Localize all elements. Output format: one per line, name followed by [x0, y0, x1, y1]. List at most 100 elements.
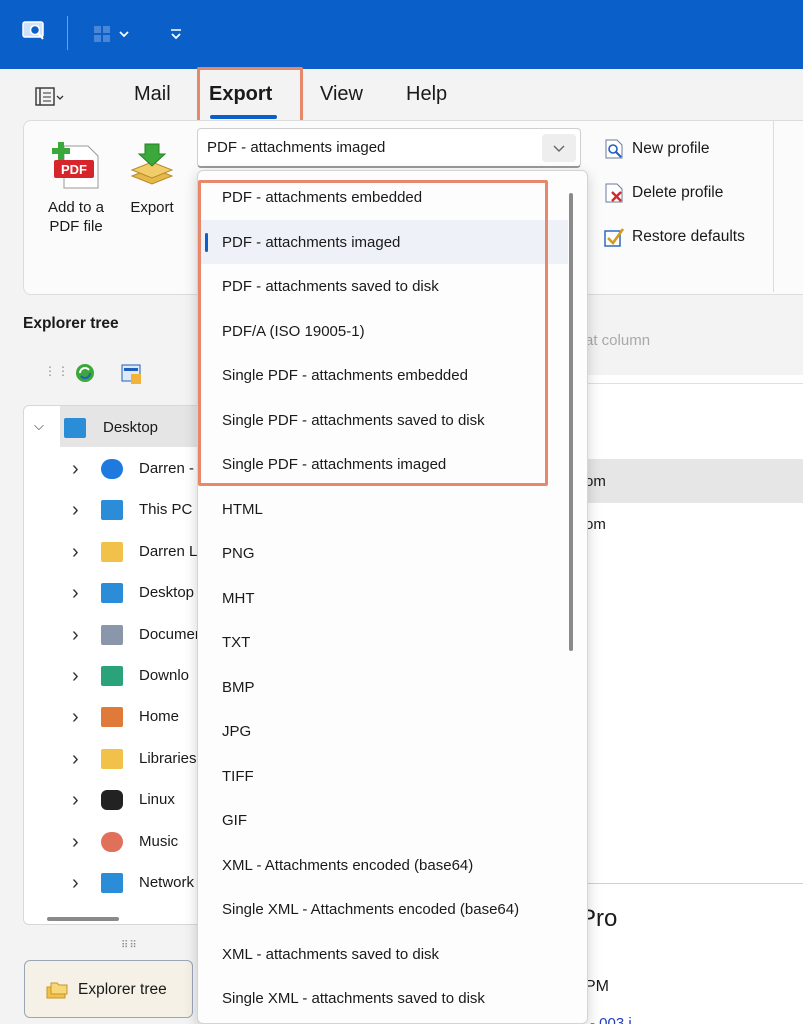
restore-defaults-icon	[604, 228, 625, 247]
onedrive-icon	[101, 459, 123, 479]
toolbar-grip[interactable]: ⋮⋮	[44, 365, 70, 377]
explorer-tree-nav-button[interactable]: Explorer tree	[24, 960, 193, 1018]
delete-profile-label: Delete profile	[632, 184, 724, 201]
folder-sync-icon[interactable]	[120, 362, 144, 386]
export-button[interactable]: Export	[122, 140, 182, 217]
chevron-right-icon[interactable]: ›	[72, 832, 79, 852]
dropdown-item[interactable]: XML - attachments saved to disk	[198, 932, 568, 976]
folders-icon	[46, 982, 68, 999]
chevron-right-icon[interactable]: ›	[72, 625, 79, 645]
tab-view[interactable]: View	[320, 83, 363, 106]
dropdown-item-label: XML - attachments saved to disk	[222, 945, 440, 963]
dropdown-item[interactable]: BMP	[198, 665, 568, 709]
dropdown-item-label: TXT	[222, 634, 251, 651]
dropdown-item-label: XML - Attachments encoded (base64)	[222, 856, 474, 874]
home-icon	[101, 707, 123, 728]
chevron-right-icon[interactable]: ›	[72, 459, 79, 479]
tree-item[interactable]: This PC	[139, 501, 192, 518]
dropdown-item-label: Single XML - Attachments encoded (base64…	[222, 901, 520, 918]
tree-item[interactable]: Libraries	[139, 750, 197, 767]
app-icon[interactable]	[22, 20, 46, 42]
dropdown-item-label: BMP	[222, 678, 255, 696]
dropdown-item[interactable]: TXT	[198, 620, 568, 664]
dropdown-item[interactable]: GIF	[198, 798, 568, 842]
export-label: Export	[130, 199, 174, 216]
chevron-right-icon[interactable]: ›	[72, 500, 79, 520]
desktop-icon	[64, 418, 86, 438]
chevron-down-icon	[553, 145, 565, 152]
group-by-hint: at column	[585, 332, 651, 349]
dropdown-item[interactable]: Single XML - attachments saved to disk	[198, 976, 568, 1020]
message-row-selected[interactable]	[585, 459, 803, 503]
combo-dropdown-button[interactable]	[542, 134, 576, 162]
layout-grid-icon[interactable]	[94, 25, 130, 43]
dropdown-scrollbar-thumb[interactable]	[569, 193, 573, 651]
tree-item[interactable]: Darren -	[139, 460, 194, 477]
dropdown-item[interactable]: PNG	[198, 531, 568, 575]
linux-icon	[101, 790, 123, 811]
chevron-right-icon[interactable]: ›	[72, 542, 79, 562]
export-profile-combobox[interactable]: PDF - attachments imaged	[197, 128, 581, 168]
new-profile-label: New profile	[632, 140, 710, 157]
tree-item[interactable]: Linux	[139, 791, 175, 808]
pdf-options-highlight	[198, 180, 548, 486]
dropdown-item[interactable]: TIFF	[198, 754, 568, 798]
user-folder-icon	[101, 541, 123, 562]
preview-time-partial: PM	[585, 978, 609, 995]
dropdown-item-label: JPG	[222, 723, 252, 740]
message-row-2-text: om	[585, 516, 606, 533]
dropdown-item-label: Single XML - attachments saved to disk	[222, 990, 485, 1007]
network-icon	[101, 873, 123, 893]
dropdown-item-label: PNG	[222, 545, 255, 562]
tree-item[interactable]: Music	[139, 833, 178, 850]
delete-profile-icon	[605, 183, 623, 203]
preview-link-partial[interactable]: - 003 i	[590, 1015, 632, 1024]
this-pc-icon	[101, 500, 123, 521]
chevron-right-icon[interactable]: ›	[72, 583, 79, 603]
message-list-area: at column om om Pro PM - 003 i	[580, 305, 803, 1024]
tree-item[interactable]: Network	[139, 874, 194, 891]
tab-mail[interactable]: Mail	[134, 83, 171, 106]
chevron-right-icon[interactable]: ›	[72, 749, 79, 769]
dropdown-item[interactable]: JPG	[198, 709, 568, 753]
downloads-icon	[101, 666, 123, 686]
tree-item[interactable]: Darren L	[139, 543, 197, 560]
dropdown-item[interactable]: HTML	[198, 487, 568, 531]
chevron-right-icon[interactable]: ›	[72, 790, 79, 810]
chevron-right-icon[interactable]: ›	[72, 666, 79, 686]
chevron-right-icon[interactable]: ›	[72, 873, 79, 893]
dropdown-item[interactable]: MHT	[198, 576, 568, 620]
tab-help[interactable]: Help	[406, 83, 447, 106]
dropdown-item[interactable]: Single XML - Attachments encoded (base64…	[198, 887, 568, 931]
dropdown-item-label: MHT	[222, 589, 255, 607]
music-icon	[101, 831, 123, 852]
libraries-icon	[101, 748, 123, 769]
tree-item[interactable]: Downlo	[139, 667, 189, 684]
tree-item-desktop-root[interactable]: Desktop	[103, 419, 158, 436]
pdf-add-icon: PDF	[52, 142, 99, 189]
add-to-pdf-button[interactable]: PDF Add to a PDF file	[40, 140, 112, 236]
new-profile-icon	[605, 139, 623, 159]
dropdown-item-label: GIF	[222, 812, 247, 829]
refresh-icon[interactable]	[74, 362, 96, 384]
tree-item[interactable]: Home	[139, 708, 179, 725]
title-separator	[67, 16, 68, 50]
message-row-1-text: om	[585, 473, 606, 490]
explorer-tree-nav-label: Explorer tree	[78, 981, 167, 998]
documents-icon	[101, 624, 123, 645]
add-to-pdf-label: Add to a PDF file	[48, 199, 104, 235]
quick-access-dropdown-icon[interactable]	[168, 26, 184, 42]
dropdown-item-label: TIFF	[222, 767, 254, 785]
tree-horizontal-scrollbar[interactable]	[47, 917, 119, 921]
restore-defaults-label: Restore defaults	[632, 228, 745, 245]
tree-item[interactable]: Documer	[139, 626, 200, 643]
splitter-grip[interactable]: ⠿⠿	[121, 940, 138, 951]
dropdown-item[interactable]: XML - Attachments encoded (base64)	[198, 843, 568, 887]
file-menu-icon[interactable]	[35, 86, 65, 108]
chevron-down-icon[interactable]: ⌵	[34, 418, 44, 434]
dropdown-item-label: HTML	[222, 500, 263, 518]
tree-item[interactable]: Desktop	[139, 584, 194, 601]
desktop-icon	[101, 583, 123, 604]
chevron-right-icon[interactable]: ›	[72, 707, 79, 727]
svg-text:PDF: PDF	[61, 162, 87, 177]
